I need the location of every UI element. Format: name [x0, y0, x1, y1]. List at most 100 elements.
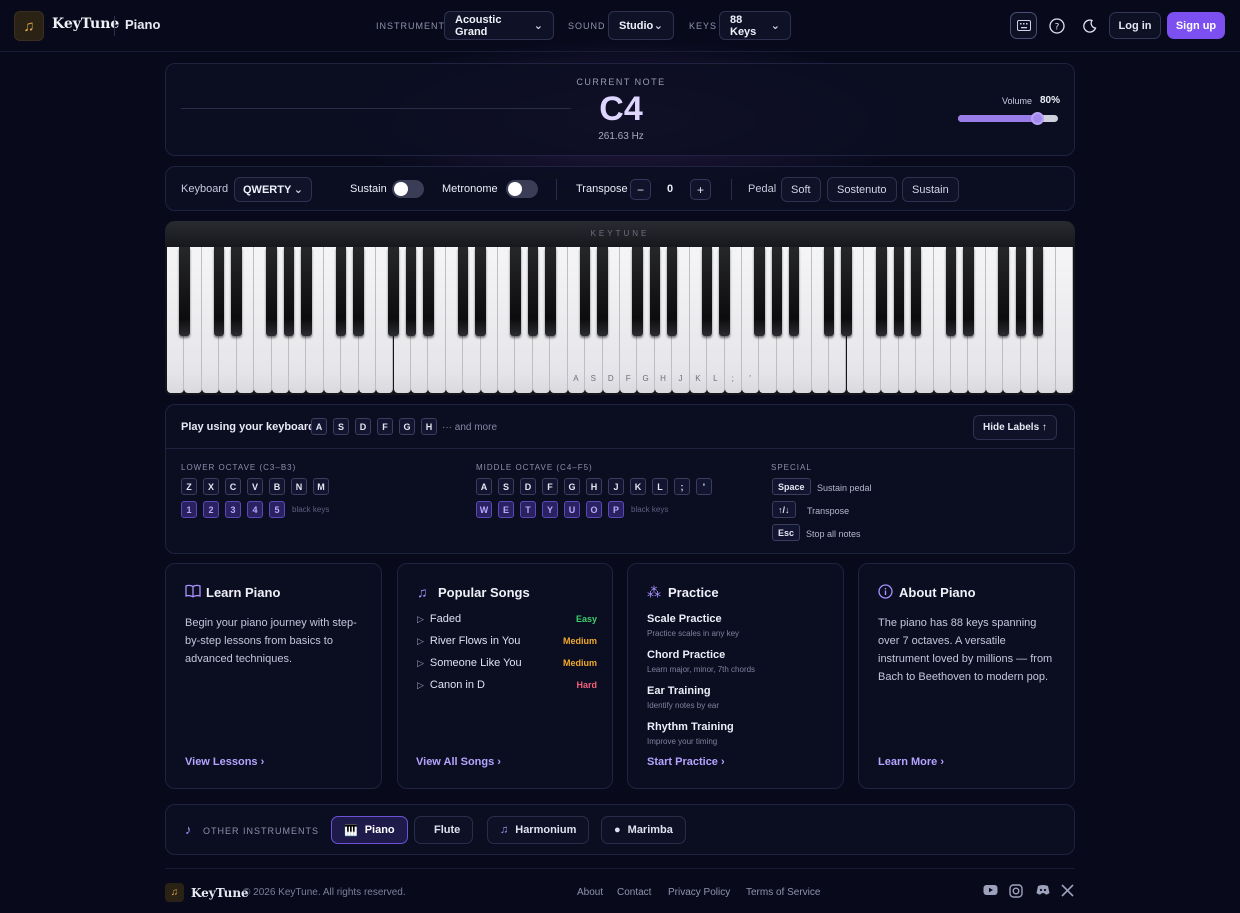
- instrument-select[interactable]: Acoustic Grand ⌄: [444, 11, 554, 40]
- kbd-white-key: L: [652, 478, 668, 495]
- kbd-black-key: Y: [542, 501, 558, 518]
- black-key[interactable]: [910, 247, 922, 336]
- sustain-toggle[interactable]: [392, 180, 424, 198]
- instrument-harmonium-button[interactable]: ♫ Harmonium: [487, 816, 590, 844]
- brand-name[interactable]: KeyTune: [52, 16, 119, 32]
- black-key[interactable]: [423, 247, 434, 336]
- black-key[interactable]: [231, 247, 242, 336]
- song-item[interactable]: ▷ Canon in D Hard: [417, 679, 597, 691]
- white-key[interactable]: [1055, 247, 1073, 393]
- pedal-sustain-button[interactable]: Sustain: [902, 177, 959, 202]
- black-key[interactable]: [893, 247, 904, 336]
- instrument-piano-button[interactable]: 🎹 Piano: [331, 816, 408, 844]
- start-practice-link[interactable]: Start Practice ›: [647, 756, 725, 768]
- black-key[interactable]: [876, 247, 887, 336]
- black-key[interactable]: [579, 247, 591, 336]
- black-key[interactable]: [754, 247, 765, 336]
- volume-slider[interactable]: [958, 112, 1058, 125]
- black-key[interactable]: [719, 247, 730, 336]
- black-key[interactable]: [667, 247, 678, 336]
- practice-item-chord[interactable]: Chord Practice: [647, 649, 725, 661]
- keyboard-layout-select[interactable]: QWERTY ⌄: [234, 177, 312, 202]
- footer-link-about[interactable]: About: [577, 887, 603, 898]
- instagram-icon[interactable]: [1009, 884, 1023, 901]
- hide-labels-button[interactable]: Hide Labels ↑: [973, 415, 1057, 440]
- card-description: Begin your piano journey with step-by-st…: [185, 617, 357, 665]
- more-keys-text: ··· and more: [442, 422, 498, 433]
- practice-item-scale[interactable]: Scale Practice: [647, 613, 722, 625]
- key-label: ': [749, 374, 751, 383]
- black-key[interactable]: [1032, 247, 1044, 336]
- kbd-white-key: B: [269, 478, 285, 495]
- footer-link-terms[interactable]: Terms of Service: [746, 887, 820, 898]
- kbd-white-key: G: [564, 478, 580, 495]
- black-key[interactable]: [527, 247, 539, 336]
- black-key[interactable]: [597, 247, 608, 336]
- keyboard-help-title: Play using your keyboard: [181, 421, 315, 433]
- black-key[interactable]: [789, 247, 800, 336]
- song-item[interactable]: ▷ Someone Like You Medium: [417, 657, 597, 669]
- metronome-toggle[interactable]: [506, 180, 538, 198]
- black-key[interactable]: [998, 247, 1009, 336]
- black-key[interactable]: [649, 247, 661, 336]
- logo-icon[interactable]: ♫: [14, 11, 44, 41]
- discord-icon[interactable]: [1036, 884, 1050, 899]
- black-key[interactable]: [266, 247, 277, 336]
- practice-item-desc: Practice scales in any key: [647, 629, 740, 638]
- black-key[interactable]: [214, 247, 225, 336]
- keys-select[interactable]: 88 Keys ⌄: [719, 11, 791, 40]
- login-button[interactable]: Log in: [1109, 12, 1161, 39]
- black-key[interactable]: [963, 247, 974, 336]
- practice-item-rhythm[interactable]: Rhythm Training: [647, 721, 734, 733]
- transpose-up-button[interactable]: +: [690, 179, 711, 200]
- song-item[interactable]: ▷ Faded Easy: [417, 613, 597, 625]
- kbd-key: F: [377, 418, 393, 435]
- footer-logo-icon[interactable]: ♫: [165, 883, 184, 902]
- pedal-sostenuto-button[interactable]: Sostenuto: [827, 177, 897, 202]
- black-key[interactable]: [388, 247, 399, 336]
- youtube-icon[interactable]: [983, 884, 998, 899]
- black-key[interactable]: [632, 247, 643, 336]
- signup-button[interactable]: Sign up: [1167, 12, 1225, 39]
- black-key[interactable]: [353, 247, 364, 336]
- practice-item-desc: Improve your timing: [647, 737, 718, 746]
- transpose-down-button[interactable]: −: [630, 179, 651, 200]
- pedal-soft-button[interactable]: Soft: [781, 177, 821, 202]
- black-key[interactable]: [945, 247, 957, 336]
- key-label: L: [713, 374, 718, 383]
- black-key[interactable]: [457, 247, 469, 336]
- keyboard-shortcuts-button[interactable]: [1010, 12, 1037, 39]
- black-key[interactable]: [336, 247, 347, 336]
- black-key[interactable]: [179, 247, 190, 336]
- black-key[interactable]: [823, 247, 835, 336]
- black-key[interactable]: [771, 247, 783, 336]
- volume-slider-thumb[interactable]: [1031, 112, 1044, 125]
- black-key[interactable]: [405, 247, 417, 336]
- svg-text:?: ?: [1054, 22, 1059, 32]
- black-key[interactable]: [701, 247, 713, 336]
- song-item[interactable]: ▷ River Flows in You Medium: [417, 635, 597, 647]
- sound-select[interactable]: Studio ⌄: [608, 11, 674, 40]
- black-key[interactable]: [510, 247, 521, 336]
- card-title: Popular Songs: [438, 585, 530, 600]
- black-key[interactable]: [545, 247, 556, 336]
- instrument-flute-button[interactable]: Flute: [414, 816, 474, 844]
- help-button[interactable]: ?: [1043, 12, 1070, 39]
- black-key[interactable]: [301, 247, 312, 336]
- kbd-key: D: [355, 418, 371, 435]
- black-key[interactable]: [475, 247, 486, 336]
- keys-label: KEYS: [689, 21, 718, 31]
- view-lessons-link[interactable]: View Lessons ›: [185, 756, 264, 768]
- learn-more-link[interactable]: Learn More ›: [878, 756, 944, 768]
- instrument-marimba-button[interactable]: ● Marimba: [601, 816, 686, 844]
- black-key[interactable]: [283, 247, 295, 336]
- footer-link-contact[interactable]: Contact: [617, 887, 651, 898]
- black-key[interactable]: [841, 247, 852, 336]
- footer-brand: KeyTune: [191, 886, 249, 900]
- practice-item-ear[interactable]: Ear Training: [647, 685, 711, 697]
- theme-toggle-button[interactable]: [1076, 12, 1103, 39]
- view-all-songs-link[interactable]: View All Songs ›: [416, 756, 501, 768]
- footer-link-privacy[interactable]: Privacy Policy: [668, 887, 730, 898]
- black-key[interactable]: [1015, 247, 1026, 336]
- x-twitter-icon[interactable]: [1061, 884, 1074, 900]
